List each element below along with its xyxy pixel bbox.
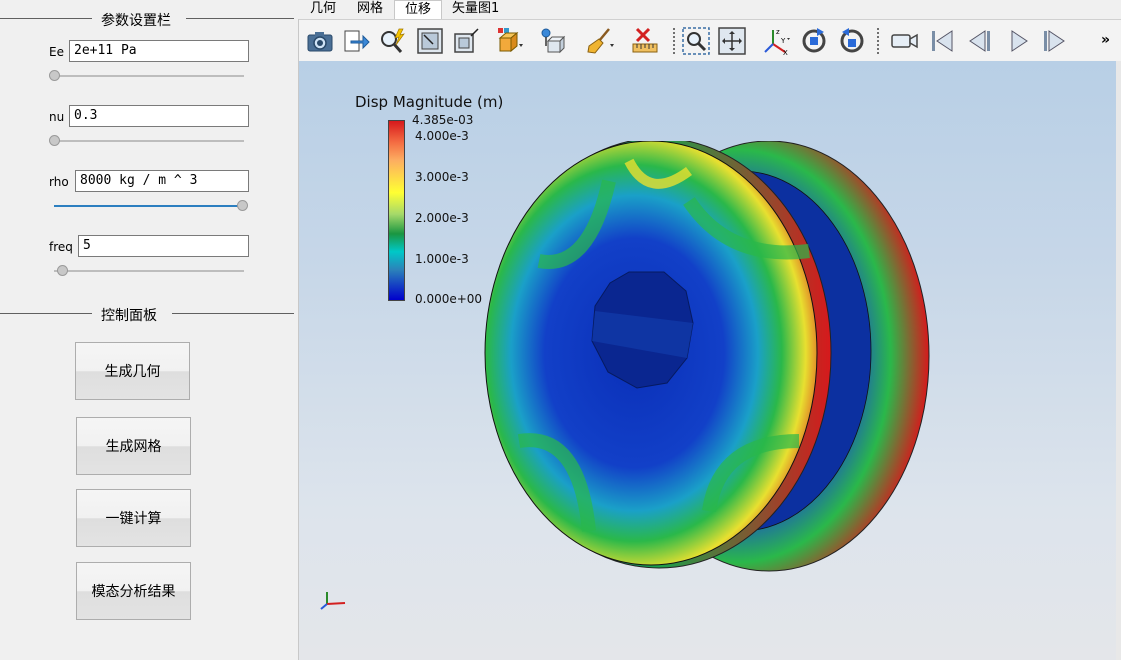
freq-input[interactable]: 5 — [78, 235, 249, 257]
rotate-cw-icon[interactable] — [799, 26, 829, 56]
one-click-compute-button[interactable]: 一键计算 — [76, 489, 191, 547]
render-viewport[interactable]: Disp Magnitude (m) 4.385e-03 4.000e-3 3.… — [299, 61, 1116, 660]
nu-slider[interactable] — [49, 135, 244, 147]
param-label-freq: freq — [49, 240, 73, 254]
nu-input[interactable]: 0.3 — [69, 105, 249, 127]
tab-geometry[interactable]: 几何 — [300, 0, 346, 18]
last-frame-icon[interactable] — [1039, 26, 1069, 56]
legend-tick-2e-3: 2.000e-3 — [415, 211, 469, 225]
export-icon[interactable] — [341, 26, 371, 56]
delete-ruler-icon[interactable] — [631, 26, 661, 56]
toolbar-separator — [673, 28, 677, 54]
first-frame-icon[interactable] — [927, 26, 957, 56]
fit-view-icon[interactable] — [717, 26, 747, 56]
generate-mesh-button[interactable]: 生成网格 — [76, 417, 191, 475]
rho-input[interactable]: 8000 kg / m ^ 3 — [75, 170, 249, 192]
ee-slider-handle[interactable] — [49, 70, 60, 81]
legend-tick-4e-3: 4.000e-3 — [415, 129, 469, 143]
clear-brush-icon[interactable] — [585, 26, 615, 56]
toolbar: zYX » — [299, 19, 1121, 62]
previous-frame-icon[interactable] — [965, 26, 995, 56]
ee-input[interactable]: 2e+11 Pa — [69, 40, 249, 62]
param-panel-title: 参数设置栏 — [101, 13, 171, 29]
zoom-to-box-icon[interactable] — [681, 26, 711, 56]
legend-colorbar — [388, 120, 405, 301]
play-icon[interactable] — [1003, 26, 1033, 56]
legend-tick-3e-3: 3.000e-3 — [415, 170, 469, 184]
ee-slider[interactable] — [49, 70, 244, 82]
displacement-model[interactable] — [479, 141, 939, 581]
toolbar-separator-2 — [877, 28, 881, 54]
control-panel-header: 控制面板 — [0, 305, 294, 324]
rho-slider-handle[interactable] — [237, 200, 248, 211]
left-panel: 参数设置栏 Ee 2e+11 Pa nu 0.3 rho 8000 kg / m… — [0, 0, 299, 660]
rotate-ccw-icon[interactable] — [837, 26, 867, 56]
reset-camera-icon[interactable] — [415, 26, 445, 56]
legend-tick-1e-3: 1.000e-3 — [415, 252, 469, 266]
box-icon[interactable] — [451, 26, 481, 56]
probe-icon[interactable] — [539, 26, 569, 56]
generate-geometry-button[interactable]: 生成几何 — [75, 342, 190, 400]
camera-icon[interactable] — [305, 26, 335, 56]
video-camera-icon[interactable] — [889, 26, 919, 56]
param-label-rho: rho — [49, 175, 69, 189]
modal-analysis-results-button[interactable]: 模态分析结果 — [76, 562, 191, 620]
tab-displacement[interactable]: 位移 — [394, 0, 443, 20]
zoom-icon[interactable] — [377, 26, 407, 56]
legend-tick-min: 0.000e+00 — [415, 292, 483, 306]
viewport-scrollbar[interactable] — [1116, 61, 1121, 660]
view-tabs: 几何 网格 位移 矢量图1 — [298, 0, 1121, 20]
tab-vector-plot[interactable]: 矢量图1 — [442, 0, 509, 18]
rho-slider[interactable] — [54, 200, 248, 212]
param-panel-header: 参数设置栏 — [0, 10, 294, 29]
legend-title: Disp Magnitude (m) — [355, 93, 504, 111]
svg-text:X: X — [783, 49, 788, 56]
cube-icon[interactable] — [495, 26, 525, 56]
freq-slider[interactable] — [54, 265, 244, 277]
param-label-nu: nu — [49, 110, 65, 124]
control-panel-title: 控制面板 — [101, 308, 157, 324]
param-label-ee: Ee — [49, 45, 64, 59]
axes-icon[interactable]: zYX — [761, 26, 791, 57]
more-icon[interactable]: » — [1101, 32, 1110, 48]
nu-slider-handle[interactable] — [49, 135, 60, 146]
svg-text:Y: Y — [780, 37, 786, 45]
freq-slider-handle[interactable] — [56, 265, 68, 276]
legend-tick-max: 4.385e-03 — [412, 113, 474, 127]
svg-text:z: z — [776, 28, 780, 36]
orientation-axes-icon — [320, 592, 346, 610]
tab-mesh[interactable]: 网格 — [347, 0, 393, 18]
